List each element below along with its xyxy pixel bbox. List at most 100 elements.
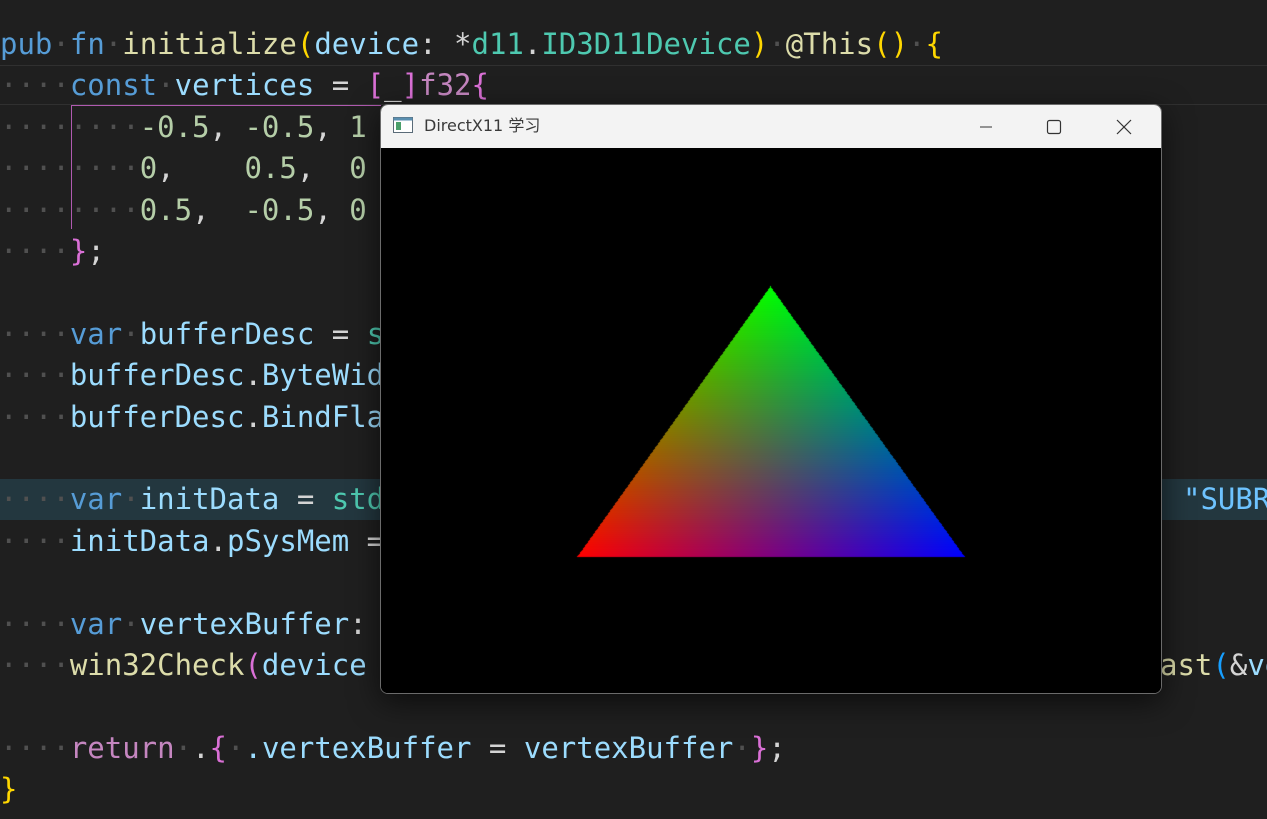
code-token: & xyxy=(1229,648,1248,682)
indent-whitespace: ········ xyxy=(0,109,140,144)
code-line[interactable]: pub·fn·initialize(device: *d11.ID3D11Dev… xyxy=(0,24,943,65)
indent-whitespace: ···· xyxy=(0,482,70,517)
indent-whitespace: ···· xyxy=(0,234,70,268)
indent-whitespace: ···· xyxy=(0,730,70,765)
code-token: = xyxy=(349,523,385,558)
code-token: · xyxy=(52,27,70,61)
code-line[interactable]: ········0, 0.5, 0 xyxy=(0,148,367,189)
code-token: , xyxy=(209,109,245,144)
code-token: -0.5 xyxy=(244,192,315,227)
code-token: = xyxy=(314,316,367,351)
code-token: * xyxy=(454,27,472,61)
code-token: std xyxy=(331,482,385,517)
indent-whitespace: ···· xyxy=(0,399,70,434)
code-token: · xyxy=(227,730,245,765)
code-token: fn xyxy=(69,27,105,61)
code-token: bufferDesc xyxy=(69,399,245,434)
directx-window[interactable]: DirectX11 学习 xyxy=(380,104,1162,694)
code-token: .vertexBuffer xyxy=(244,730,472,765)
code-line[interactable]: ····initData.pSysMem = xyxy=(0,521,384,562)
code-token: BindFla xyxy=(261,399,385,434)
code-token: initialize xyxy=(122,27,297,61)
code-token: -0.5 xyxy=(244,109,315,144)
close-button[interactable] xyxy=(1089,105,1159,148)
minimize-button[interactable] xyxy=(951,105,1021,148)
code-token: ( xyxy=(296,27,315,61)
code-token: _ xyxy=(384,68,402,103)
code-line[interactable]: ····bufferDesc.ByteWid xyxy=(0,355,384,396)
close-icon xyxy=(1116,119,1132,134)
code-token: ( xyxy=(1212,648,1230,682)
code-line[interactable]: ····win32Check(device xyxy=(0,645,367,686)
code-token: · xyxy=(104,27,123,61)
code-line[interactable]: ····var·vertexBuffer: xyxy=(0,604,367,645)
maximize-icon xyxy=(1046,119,1062,134)
code-token: initData xyxy=(69,523,210,558)
code-token: ast xyxy=(1160,648,1213,682)
code-line[interactable]: ····bufferDesc.BindFla xyxy=(0,397,384,438)
code-line[interactable]: ····var·bufferDesc = s xyxy=(0,314,384,355)
window-titlebar[interactable]: DirectX11 学习 xyxy=(381,105,1161,148)
code-token: { xyxy=(925,27,943,61)
indent-whitespace: ···· xyxy=(0,68,70,103)
code-token: · xyxy=(122,316,140,351)
code-token: ) xyxy=(750,27,769,61)
code-line[interactable]: ····var·initData = std xyxy=(0,479,384,520)
code-token: · xyxy=(122,606,140,641)
code-line[interactable]: ····const·vertices = [_]f32{ xyxy=(0,65,489,106)
code-token: device xyxy=(261,648,367,682)
indent-whitespace: ···· xyxy=(0,358,70,393)
code-token: = xyxy=(314,68,367,103)
code-token: · xyxy=(733,730,751,765)
code-token: bufferDesc xyxy=(139,316,315,351)
code-token: } xyxy=(750,730,769,765)
code-token: . xyxy=(192,730,210,765)
code-token: d11 xyxy=(471,27,524,61)
code-token: 0 xyxy=(349,151,367,186)
code-token-tail: "SUBR xyxy=(1183,482,1267,517)
code-token: 0.5 xyxy=(139,192,193,227)
code-token: @This xyxy=(785,27,874,61)
code-token: vertices xyxy=(174,68,315,103)
code-token: -0.5 xyxy=(139,109,210,144)
app-window-icon xyxy=(393,117,413,133)
code-token: device xyxy=(314,27,420,61)
code-token: = xyxy=(279,482,332,517)
code-token: , xyxy=(296,151,350,186)
code-token: , xyxy=(192,192,245,227)
indent-whitespace: ········ xyxy=(0,192,140,227)
code-token: . xyxy=(523,27,542,61)
indent-whitespace: ···· xyxy=(0,606,70,641)
code-token: [ xyxy=(366,68,385,103)
code-token: return xyxy=(69,730,175,765)
code-token: , xyxy=(157,151,245,186)
code-line[interactable]: } xyxy=(0,769,17,810)
code-token: ] xyxy=(401,68,420,103)
code-line[interactable]: ····return·.{·.vertexBuffer = vertexBuff… xyxy=(0,728,786,769)
code-token: { xyxy=(209,730,228,765)
code-token: , xyxy=(314,192,350,227)
code-token: ; xyxy=(87,234,105,268)
code-line[interactable]: ········0.5, -0.5, 0 xyxy=(0,190,367,231)
indent-whitespace: ········ xyxy=(0,151,140,186)
code-token: 1 xyxy=(349,109,367,144)
code-token: pub xyxy=(0,27,53,61)
code-line[interactable]: ········-0.5, -0.5, 1 xyxy=(0,107,367,148)
indent-whitespace: ···· xyxy=(0,648,70,682)
code-token: pSysMem xyxy=(227,523,350,558)
code-token: , xyxy=(314,109,350,144)
maximize-button[interactable] xyxy=(1019,105,1089,148)
code-token: vertexBuffer xyxy=(139,606,350,641)
code-token: initData xyxy=(139,482,280,517)
code-token: bufferDesc xyxy=(69,358,245,393)
code-token: . xyxy=(244,399,262,434)
code-token: var xyxy=(69,316,123,351)
indent-whitespace: ···· xyxy=(0,523,70,558)
code-token: · xyxy=(174,730,193,765)
code-line[interactable]: ····}; xyxy=(0,231,105,272)
code-token: · xyxy=(768,27,786,61)
code-token: () xyxy=(873,27,909,61)
code-token: ve xyxy=(1247,648,1267,682)
window-title: DirectX11 学习 xyxy=(424,116,541,135)
code-token: var xyxy=(69,482,123,517)
